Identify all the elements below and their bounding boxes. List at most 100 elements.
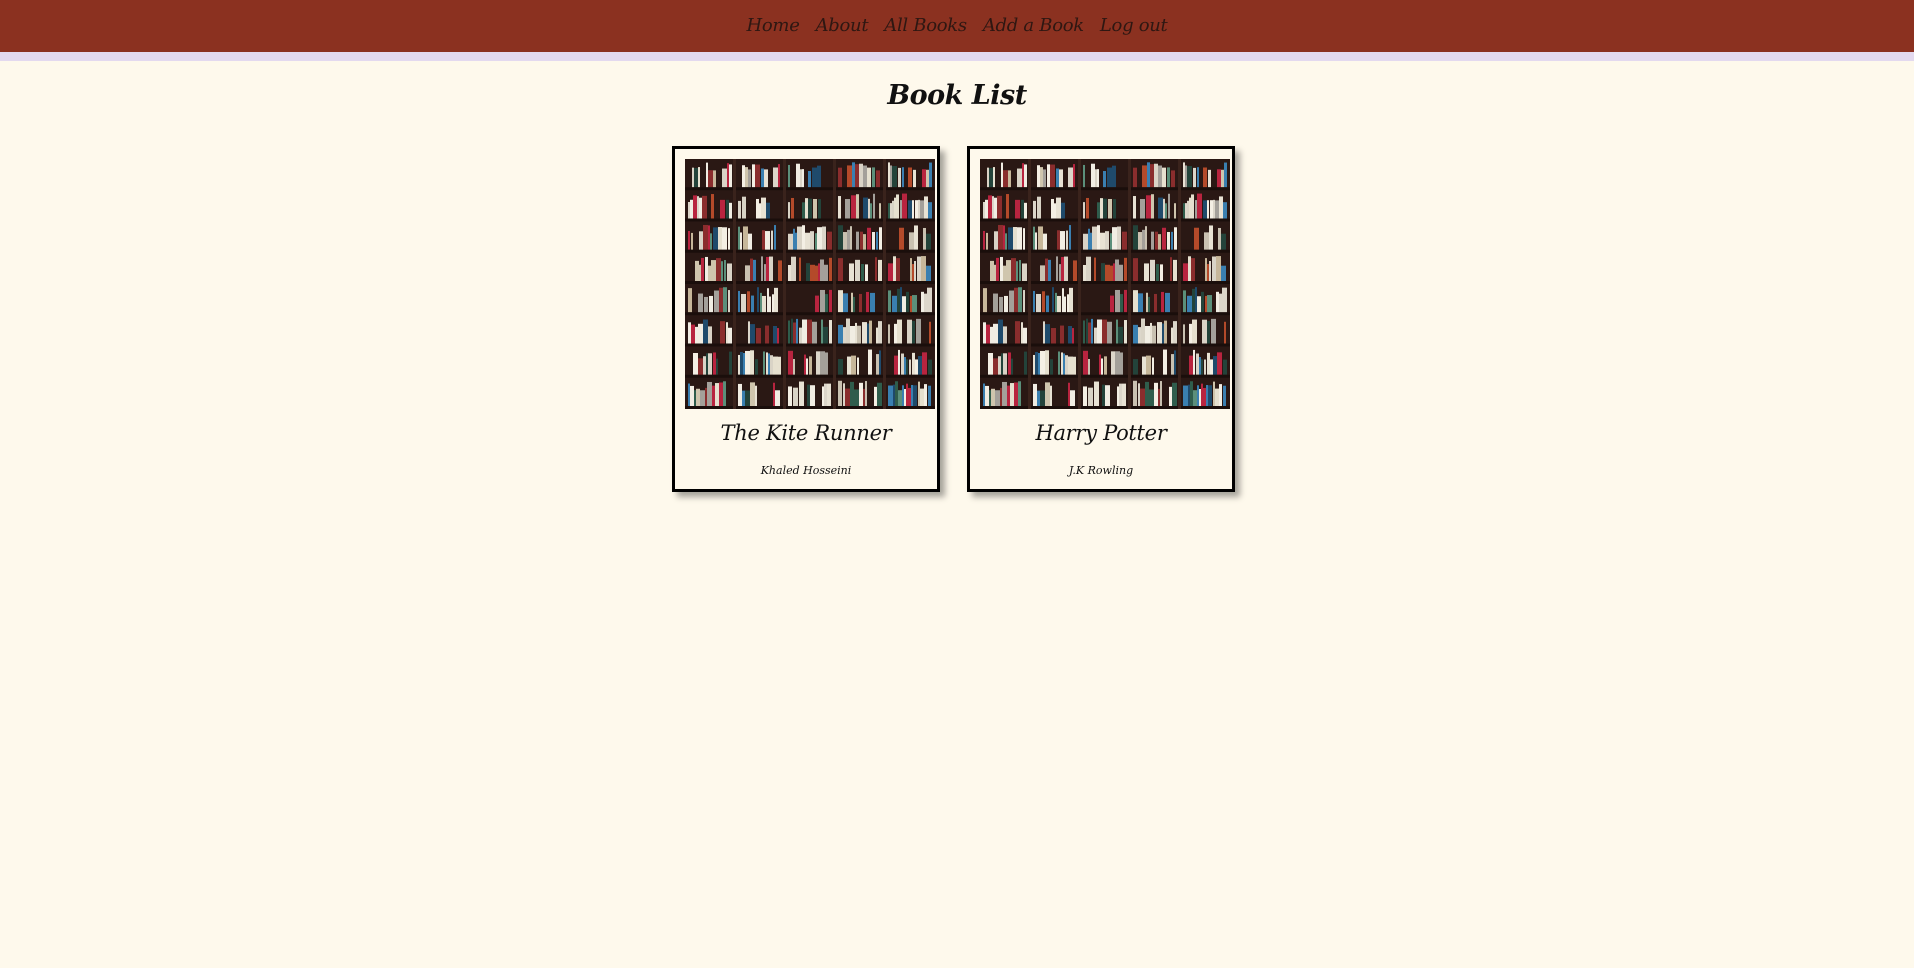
book-spine — [1043, 321, 1045, 344]
book-spine — [748, 321, 750, 344]
book-spine — [1110, 295, 1114, 313]
book-spine — [1150, 259, 1155, 281]
book-spine — [712, 385, 715, 406]
book-spine — [915, 200, 918, 219]
book-spine — [761, 197, 766, 219]
book-spine — [718, 227, 722, 250]
book-spine — [1133, 258, 1138, 281]
book-spine — [708, 170, 713, 188]
book-spine — [820, 351, 825, 375]
book-spine — [888, 263, 893, 281]
shelf-plank — [980, 249, 1230, 253]
bookshelf-image[interactable] — [980, 159, 1230, 409]
nav-link-home[interactable]: Home — [747, 15, 800, 36]
book-spine — [722, 168, 727, 188]
book-spine — [1073, 164, 1075, 188]
book-spine — [761, 256, 763, 281]
book-card[interactable]: The Kite Runner Khaled Hosseini — [672, 146, 940, 492]
book-spine — [719, 382, 723, 406]
book-spine — [893, 256, 896, 281]
book-spine — [1162, 167, 1166, 188]
book-spine — [697, 196, 699, 219]
book-spine — [1162, 323, 1164, 344]
book-spine — [1088, 387, 1093, 406]
nav-link-all-books[interactable]: All Books — [884, 15, 967, 36]
book-spine — [1204, 359, 1206, 375]
book-spine — [1042, 291, 1045, 313]
book-spine — [1171, 354, 1174, 375]
book-spine — [817, 227, 822, 250]
book-spine — [890, 203, 892, 219]
book-spine — [688, 322, 691, 344]
book-spine — [912, 352, 915, 375]
book-spine — [1145, 226, 1147, 250]
book-title[interactable]: The Kite Runner — [675, 421, 937, 445]
book-spine — [879, 350, 881, 375]
book-spine — [1003, 353, 1007, 375]
book-spine — [1124, 320, 1127, 344]
book-spine — [863, 234, 866, 250]
book-spine — [1018, 381, 1021, 406]
book-spine — [909, 232, 914, 250]
book-spine — [1203, 167, 1207, 188]
bookshelf-image[interactable] — [685, 159, 935, 409]
book-spine — [859, 293, 862, 313]
book-spine — [899, 227, 904, 250]
book-card[interactable]: Harry Potter J.K Rowling — [967, 146, 1235, 492]
book-title[interactable]: Harry Potter — [970, 421, 1232, 445]
nav-link-log-out[interactable]: Log out — [1100, 15, 1168, 36]
book-spine — [799, 327, 802, 344]
book-spine — [1107, 321, 1112, 344]
shelf-divider — [1028, 159, 1031, 409]
book-spine — [876, 354, 879, 375]
book-spine — [1118, 326, 1123, 344]
book-spine — [769, 296, 771, 313]
nav-link-about[interactable]: About — [816, 15, 869, 36]
shelf-divider — [733, 159, 736, 409]
book-spine — [863, 388, 865, 406]
book-spine — [912, 200, 914, 219]
book-spine — [705, 256, 708, 281]
book-spine — [729, 202, 732, 219]
book-spine — [821, 319, 823, 344]
book-spine — [851, 292, 853, 313]
book-spine — [986, 324, 990, 344]
book-spine — [1060, 325, 1064, 344]
book-spine — [1060, 231, 1065, 250]
book-spine — [762, 295, 766, 313]
book-spine — [1173, 321, 1177, 344]
book-spine — [722, 227, 727, 250]
book-spine — [1152, 325, 1156, 344]
book-spine — [1201, 291, 1204, 313]
book-spine — [927, 287, 932, 313]
book-spine — [764, 264, 766, 281]
book-spine — [738, 354, 740, 375]
book-spine — [1190, 381, 1193, 406]
book-spine — [1008, 170, 1011, 188]
book-spine — [1003, 225, 1005, 250]
book-spine — [1001, 353, 1003, 375]
book-spine — [745, 265, 750, 281]
book-spine — [693, 352, 698, 375]
book-spine — [1040, 167, 1043, 188]
book-spine — [720, 321, 725, 344]
book-spine — [1100, 198, 1103, 219]
book-spine — [1154, 293, 1157, 313]
book-spine — [872, 167, 875, 188]
nav-link-add-book[interactable]: Add a Book — [983, 15, 1084, 36]
book-spine — [1003, 170, 1008, 188]
book-spine — [1152, 357, 1154, 375]
book-spine — [851, 195, 856, 219]
book-author: Khaled Hosseini — [760, 464, 852, 477]
book-spine — [709, 295, 713, 313]
book-spine — [829, 257, 832, 281]
book-spine — [847, 165, 852, 188]
book-spine — [897, 288, 900, 313]
book-spine — [1111, 351, 1115, 375]
book-spine — [1021, 322, 1023, 344]
book-spine — [1043, 169, 1046, 188]
book-spine — [810, 385, 815, 406]
book-spine — [1218, 227, 1221, 250]
book-spine — [1205, 258, 1207, 281]
book-spine — [1224, 321, 1226, 344]
